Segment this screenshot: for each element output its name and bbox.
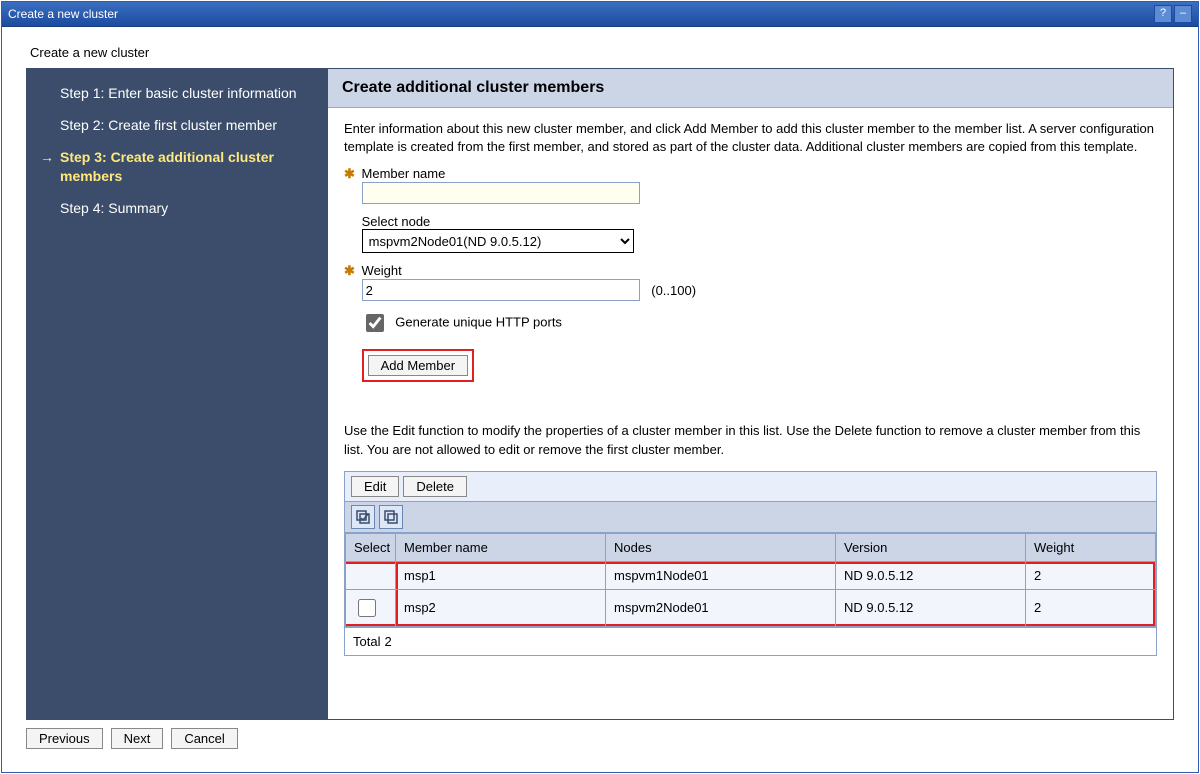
table-icon-toolbar	[345, 502, 1156, 533]
select-node-label: Select node	[362, 214, 431, 229]
weight-label: Weight	[362, 263, 402, 278]
required-star-icon: ✱	[344, 263, 355, 278]
row-nodes: mspvm1Node01	[614, 568, 709, 583]
row-select-cell	[346, 561, 396, 589]
weight-input[interactable]	[362, 279, 640, 301]
content: Step 1: Enter basic cluster information …	[2, 68, 1198, 720]
app-window: Create a new cluster ? – Create a new cl…	[1, 1, 1199, 773]
row-name: msp1	[404, 568, 436, 583]
sidebar-step-3[interactable]: Step 3: Create additional cluster member…	[40, 148, 313, 184]
edit-button[interactable]: Edit	[351, 476, 399, 497]
col-nodes: Nodes	[606, 533, 836, 561]
col-version: Version	[836, 533, 1026, 561]
col-select: Select	[346, 533, 396, 561]
col-weight: Weight	[1026, 533, 1156, 561]
select-node-row: Select node mspvm2Node01(ND 9.0.5.12)	[344, 214, 1157, 253]
sidebar-step-label: Step 1: Enter basic cluster information	[60, 85, 297, 101]
minimize-icon[interactable]: –	[1174, 5, 1192, 23]
add-member-row: Add Member	[344, 345, 1157, 382]
required-star-icon: ✱	[344, 166, 355, 181]
window-title: Create a new cluster	[8, 7, 118, 21]
select-all-icon[interactable]	[351, 505, 375, 529]
add-member-highlight: Add Member	[362, 349, 474, 382]
wizard-buttons: Previous Next Cancel	[2, 720, 1198, 749]
deselect-all-icon[interactable]	[379, 505, 403, 529]
members-grid: Select Member name Nodes Version Weight …	[345, 533, 1156, 627]
table-toolbar: Edit Delete	[345, 472, 1156, 502]
table-header-row: Select Member name Nodes Version Weight	[346, 533, 1156, 561]
row-name: msp2	[404, 600, 436, 615]
generate-ports-checkbox[interactable]	[366, 314, 384, 332]
main-header: Create additional cluster members	[328, 69, 1173, 108]
row-weight-cell: 2	[1026, 561, 1156, 589]
row-weight-cell: 2	[1026, 589, 1156, 626]
row-weight: 2	[1034, 600, 1041, 615]
main-body: Enter information about this new cluster…	[328, 108, 1173, 664]
row-name-cell: msp2	[396, 589, 606, 626]
sidebar-step-label: Step 2: Create first cluster member	[60, 117, 277, 133]
table-footer: Total 2	[345, 627, 1156, 655]
row-nodes-cell: mspvm2Node01	[606, 589, 836, 626]
wizard-sidebar: Step 1: Enter basic cluster information …	[26, 68, 327, 720]
member-name-input[interactable]	[362, 182, 640, 204]
edit-help-text: Use the Edit function to modify the prop…	[344, 422, 1157, 458]
row-name-cell: msp1	[396, 561, 606, 589]
row-select-checkbox[interactable]	[358, 599, 376, 617]
titlebar-buttons: ? –	[1154, 5, 1192, 23]
main-panel: Create additional cluster members Enter …	[327, 68, 1174, 720]
table-row: msp1 mspvm1Node01 ND 9.0.5.12 2	[346, 561, 1156, 589]
table-row: msp2 mspvm2Node01 ND 9.0.5.12 2	[346, 589, 1156, 626]
row-version-cell: ND 9.0.5.12	[836, 589, 1026, 626]
cancel-button[interactable]: Cancel	[171, 728, 237, 749]
next-button[interactable]: Next	[111, 728, 164, 749]
sidebar-step-4[interactable]: Step 4: Summary	[40, 199, 313, 217]
main-description: Enter information about this new cluster…	[344, 120, 1157, 156]
footer-total-value: 2	[384, 634, 391, 649]
row-version-cell: ND 9.0.5.12	[836, 561, 1026, 589]
footer-total-label: Total	[353, 634, 380, 649]
sidebar-step-1[interactable]: Step 1: Enter basic cluster information	[40, 84, 313, 102]
row-nodes-cell: mspvm1Node01	[606, 561, 836, 589]
member-name-label: Member name	[362, 166, 446, 181]
sidebar-step-label: Step 4: Summary	[60, 200, 168, 216]
row-weight: 2	[1034, 568, 1041, 583]
page-subtitle: Create a new cluster	[2, 27, 1198, 68]
row-version: ND 9.0.5.12	[844, 600, 913, 615]
titlebar: Create a new cluster ? –	[2, 2, 1198, 27]
sidebar-step-2[interactable]: Step 2: Create first cluster member	[40, 116, 313, 134]
members-table: Edit Delete	[344, 471, 1157, 656]
select-node-select[interactable]: mspvm2Node01(ND 9.0.5.12)	[362, 229, 634, 253]
weight-hint: (0..100)	[651, 283, 696, 298]
delete-button[interactable]: Delete	[403, 476, 467, 497]
previous-button[interactable]: Previous	[26, 728, 103, 749]
row-select-cell[interactable]	[346, 589, 396, 626]
weight-row: ✱ Weight (0..100)	[344, 263, 1157, 301]
member-name-row: ✱ Member name	[344, 166, 1157, 204]
col-name: Member name	[396, 533, 606, 561]
generate-ports-row: Generate unique HTTP ports	[344, 311, 1157, 335]
row-version: ND 9.0.5.12	[844, 568, 913, 583]
sidebar-step-label: Step 3: Create additional cluster member…	[60, 149, 274, 183]
add-member-button[interactable]: Add Member	[368, 355, 468, 376]
generate-ports-label: Generate unique HTTP ports	[395, 315, 562, 330]
row-nodes: mspvm2Node01	[614, 600, 709, 615]
help-icon[interactable]: ?	[1154, 5, 1172, 23]
